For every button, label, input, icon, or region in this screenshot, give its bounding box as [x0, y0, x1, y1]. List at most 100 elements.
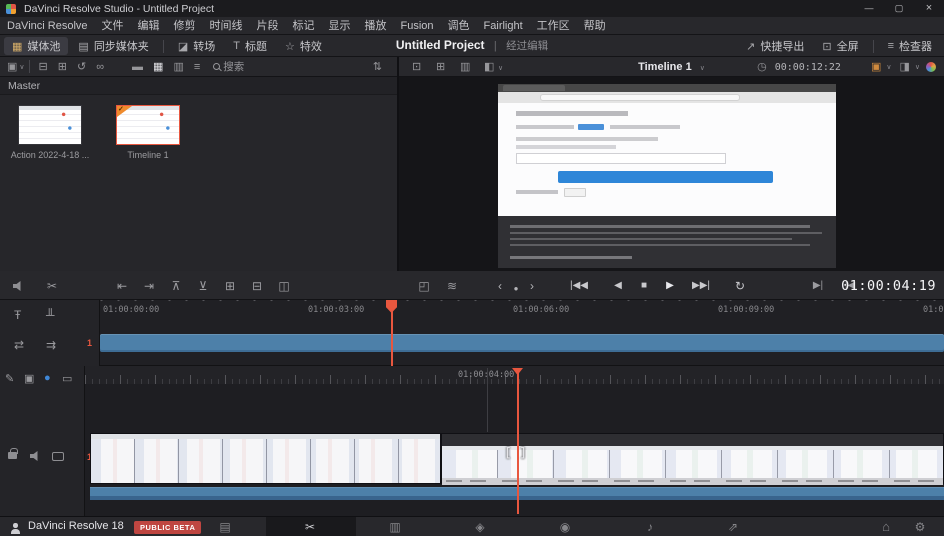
tool-overlay-icon[interactable]: ╨ — [46, 308, 55, 322]
edit-tool-close-up-icon[interactable]: ⊻ — [191, 279, 215, 293]
playhead-timecode[interactable]: 01:00:04:19 — [841, 278, 936, 294]
metadata-view-icon[interactable]: ▥ — [168, 57, 188, 77]
edit-tool-smart-insert-icon[interactable]: ⇤ — [110, 279, 134, 293]
menu-edit[interactable]: 编辑 — [131, 17, 167, 35]
edit-tool-ripple-overwrite-icon[interactable]: ⊼ — [164, 279, 188, 293]
razor-icon[interactable]: ✂ — [40, 279, 64, 293]
menu-playback[interactable]: 播放 — [358, 17, 394, 35]
go-to-end-button[interactable]: ▶▶| — [684, 279, 718, 293]
minimize-button[interactable]: — — [854, 0, 884, 17]
page-fairlight-button[interactable]: ♪ — [640, 520, 660, 534]
list-view-icon[interactable]: ≡ — [189, 57, 205, 77]
preview-blue-button — [558, 171, 773, 183]
page-deliver-button[interactable]: ⇗ — [723, 520, 743, 534]
jog-right-icon[interactable]: › — [520, 279, 544, 293]
clip-thumbnail-action[interactable] — [18, 105, 82, 145]
play-reverse-button[interactable]: ◀ — [606, 279, 630, 293]
stop-button[interactable]: ■ — [632, 279, 656, 293]
audio-enable-icon[interactable] — [30, 451, 40, 464]
monitor-icon[interactable]: ▭ — [62, 372, 72, 385]
page-cut-button[interactable]: ✂ — [300, 520, 320, 534]
menu-davinci-resolve[interactable]: DaVinci Resolve — [0, 17, 95, 35]
track-header-panel: ✎ ▣ ● ▭ — [0, 366, 85, 516]
menu-timeline[interactable]: 时间线 — [203, 17, 250, 35]
menu-fairlight[interactable]: Fairlight — [477, 17, 530, 35]
thumbnail-view-icon[interactable]: ▦ — [148, 57, 168, 77]
edit-tool-overwrite-icon[interactable]: ◫ — [272, 279, 296, 293]
video-preview[interactable] — [498, 84, 836, 268]
camera-icon[interactable]: ▣ — [869, 57, 883, 77]
filmstrip-view-icon[interactable]: ▬ — [127, 57, 148, 77]
edit-tool-place-on-top-icon[interactable]: ⊞ — [218, 279, 242, 293]
media-pool-panel: Master Action 2022-4-18 ... ✓ Timeline 1 — [0, 77, 397, 271]
fullscreen-button[interactable]: ⊡ 全屏 — [814, 37, 866, 55]
transition-tool-icon[interactable]: ◰ — [412, 279, 436, 293]
chevron-down-icon[interactable]: ∨ — [915, 63, 920, 71]
page-edit-button[interactable]: ▥ — [385, 520, 405, 534]
bin-name[interactable]: Master — [0, 77, 397, 95]
marker-icon[interactable]: ▣ — [24, 372, 34, 385]
trim-tool-icon[interactable]: ◨ — [897, 57, 911, 77]
menu-mark[interactable]: 标记 — [286, 17, 322, 35]
link-icon[interactable]: ∞ — [91, 57, 109, 77]
clip-thumbnail-image — [19, 106, 81, 144]
title-bar: DaVinci Resolve Studio - Untitled Projec… — [0, 0, 944, 17]
video-clip-segment-1[interactable] — [90, 433, 441, 484]
go-to-start-button[interactable]: |◀◀ — [562, 279, 596, 293]
user-icon[interactable] — [10, 523, 20, 534]
video-enable-icon[interactable] — [52, 452, 64, 464]
page-color-button[interactable]: ◉ — [555, 520, 575, 534]
menu-color[interactable]: 调色 — [441, 17, 477, 35]
home-button[interactable]: ⌂ — [876, 520, 896, 534]
play-button[interactable]: ▶ — [658, 279, 682, 293]
edit-tool-append-icon[interactable]: ⇥ — [137, 279, 161, 293]
search-icon[interactable] — [213, 63, 220, 70]
settings-button[interactable]: ⚙ — [910, 520, 930, 534]
bin-forward-icon[interactable]: ⊞ — [53, 57, 72, 77]
menu-workspace[interactable]: 工作区 — [530, 17, 577, 35]
menu-clip[interactable]: 片段 — [250, 17, 286, 35]
trim-bracket-left[interactable]: [ — [506, 445, 510, 459]
timeline-playhead[interactable] — [517, 368, 519, 514]
pen-icon[interactable]: ✎ — [5, 372, 14, 385]
next-edit-icon[interactable]: ▶| — [806, 279, 830, 293]
quick-export-button[interactable]: ↗ 快捷导出 — [738, 37, 812, 55]
transport-bar: ✂ ⇤ ⇥ ⊼ ⊻ ⊞ ⊟ ◫ ◰ ≋ ‹ ● › |◀◀ ◀ ■ ▶ ▶▶| … — [0, 271, 944, 300]
search-label[interactable]: 搜索 — [223, 59, 244, 74]
maximize-button[interactable]: ▢ — [884, 0, 914, 17]
menu-trim[interactable]: 修剪 — [167, 17, 203, 35]
inspector-button[interactable]: ≡ 检查器 — [880, 37, 940, 55]
menu-help[interactable]: 帮助 — [577, 17, 613, 35]
preview-footer — [498, 216, 836, 268]
ruler-label: 01:00:03:00 — [308, 305, 364, 315]
sort-icon[interactable]: ⇅ — [368, 57, 387, 77]
toolbar-divider — [873, 40, 874, 53]
bin-back-icon[interactable]: ⊟ — [34, 57, 53, 77]
chevron-down-icon[interactable]: ∨ — [886, 63, 891, 71]
quick-export-icon: ↗ — [746, 40, 755, 53]
audio-trim-icon[interactable] — [6, 280, 30, 294]
page-media-button[interactable]: ▤ — [215, 520, 235, 534]
tool-move-icon[interactable]: ⇉ — [46, 338, 56, 352]
close-button[interactable]: × — [914, 0, 944, 17]
refresh-icon[interactable]: ↺ — [72, 57, 91, 77]
sync-indicator-icon[interactable]: ● — [44, 372, 51, 384]
tools-menu-icon[interactable]: ≋ — [440, 279, 464, 293]
overview-ruler[interactable]: 01:00:00:00 01:00:03:00 01:00:06:00 01:0… — [100, 300, 944, 320]
edit-tool-source-overwrite-icon[interactable]: ⊟ — [245, 279, 269, 293]
clip-thumbnail-timeline[interactable]: ✓ — [116, 105, 180, 145]
preview-text-line — [516, 125, 574, 129]
page-fusion-button[interactable]: ◈ — [470, 520, 490, 534]
tool-swap-icon[interactable]: ⇄ — [14, 338, 24, 352]
menu-view[interactable]: 显示 — [322, 17, 358, 35]
tool-titles-icon[interactable]: Ŧ — [14, 308, 21, 322]
overview-track-bar[interactable] — [100, 334, 944, 352]
viewer-toolbar-right: ◷ 00:00:12:22 ▣ ∨ ◨ ∨ — [755, 57, 936, 77]
menu-file[interactable]: 文件 — [95, 17, 131, 35]
lock-track-icon[interactable] — [8, 450, 17, 462]
loop-button[interactable]: ↻ — [728, 279, 752, 293]
status-bar: DaVinci Resolve 18 PUBLIC BETA ▤ ✂ ▥ ◈ ◉… — [0, 516, 944, 536]
color-management-icon[interactable] — [926, 62, 936, 72]
trim-bracket-right[interactable]: ] — [521, 445, 525, 459]
menu-fusion[interactable]: Fusion — [394, 17, 441, 35]
